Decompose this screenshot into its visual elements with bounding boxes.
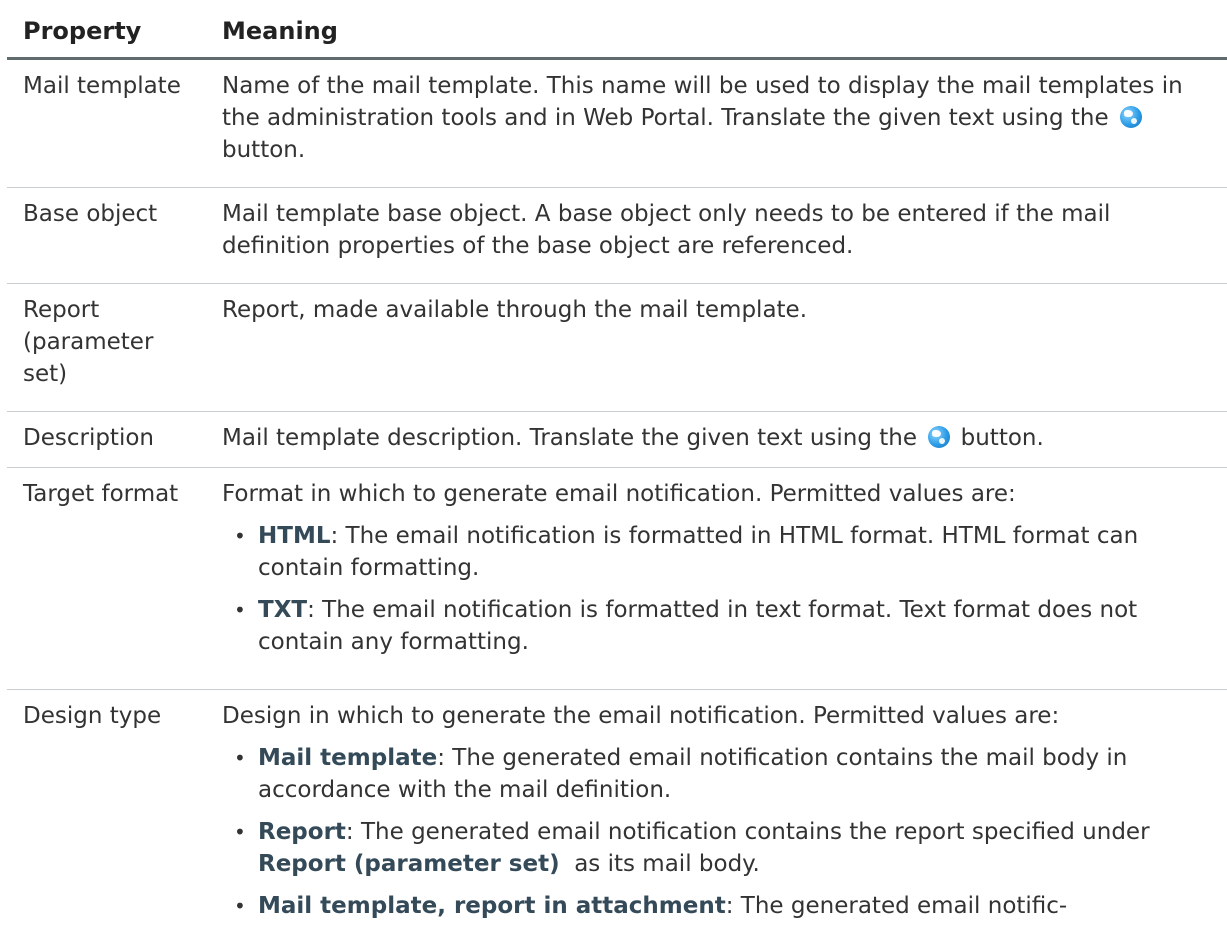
globe-translate-icon xyxy=(928,426,951,448)
bullet-list: • Mail template : The generated email not… xyxy=(222,742,1217,922)
meaning-text: button. xyxy=(953,425,1044,451)
property-table: Property Meaning Mail template Name of t… xyxy=(7,0,1227,922)
bullet-dot-icon: • xyxy=(234,746,246,770)
property-description: Description xyxy=(23,425,154,451)
property-report-line: set) xyxy=(23,361,68,387)
meaning-target-format: Format in which to generate email notifi… xyxy=(222,478,1227,689)
meaning-description: Mail template description. Translate the… xyxy=(222,422,1227,467)
term-report: Report xyxy=(258,819,346,845)
meaning-intro: Format in which to generate email notifi… xyxy=(222,481,1016,507)
list-item: • Report: The generated email notificati… xyxy=(222,816,1217,880)
meaning-mail-template: Name of the mail template. This name wil… xyxy=(222,70,1227,187)
table-row-mail-template: Mail template Name of the mail template.… xyxy=(7,60,1227,188)
list-item: • HTML: The email notification is format… xyxy=(222,520,1217,584)
term-mail-template: Mail template xyxy=(258,745,438,771)
bullet-dot-icon: • xyxy=(234,894,246,918)
meaning-text: Mail template description. Translate the… xyxy=(222,425,925,451)
meaning-base-object: Mail template base object. A base object… xyxy=(222,201,1111,259)
meaning-text: Name of the mail template. This name wil… xyxy=(222,73,1183,131)
list-item-text: : The generated email notification conta… xyxy=(345,819,1150,845)
globe-translate-icon xyxy=(1119,106,1142,128)
property-mail-template: Mail template xyxy=(23,73,181,99)
table-row-target-format: Target format Format in which to generat… xyxy=(7,468,1227,690)
bullet-dot-icon: • xyxy=(234,820,246,844)
meaning-report: Report, made available through the mail … xyxy=(222,297,808,323)
table-row-description: Description Mail template description. T… xyxy=(7,412,1227,468)
property-target-format: Target format xyxy=(23,481,179,507)
list-item-text: : The email notification is formatted in… xyxy=(258,597,1138,655)
term-html: HTML xyxy=(258,523,331,549)
list-item: • Mail template, report in attachment: T… xyxy=(222,890,1217,922)
property-report-line: Report xyxy=(23,297,100,323)
property-report-line: (parameter xyxy=(23,329,154,355)
bullet-dot-icon: • xyxy=(234,524,246,548)
property-base-object: Base object xyxy=(23,201,158,227)
table-row-base-object: Base object Mail template base object. A… xyxy=(7,188,1227,284)
header-meaning: Meaning xyxy=(222,17,338,45)
term-report-parameter-set: Report (parameter set) xyxy=(258,851,560,877)
list-item: • TXT: The email notification is formatt… xyxy=(222,594,1217,658)
meaning-design-type: Design in which to generate the email no… xyxy=(222,700,1227,922)
meaning-intro: Design in which to generate the email no… xyxy=(222,703,1060,729)
list-item-text: : The email notification is formatted in… xyxy=(258,523,1139,581)
bullet-list: • HTML: The email notification is format… xyxy=(222,520,1217,658)
bullet-dot-icon: • xyxy=(234,598,246,622)
table-row-report: Report (parameter set) Report, made avai… xyxy=(7,284,1227,412)
header-property: Property xyxy=(23,17,142,45)
list-item-text: : The generated email notific- xyxy=(725,893,1068,919)
list-item-text: as its mail body. xyxy=(559,851,760,877)
property-report: Report (parameter set) xyxy=(7,294,222,411)
list-item: • Mail template: The generated email not… xyxy=(222,742,1217,806)
term-mail-template-report-attachment: Mail template, report in attachment xyxy=(258,893,726,919)
table-header: Property Meaning xyxy=(7,0,1227,60)
meaning-text: button. xyxy=(222,137,306,163)
table-row-design-type: Design type Design in which to generate … xyxy=(7,690,1227,922)
term-txt: TXT xyxy=(258,597,308,623)
property-design-type: Design type xyxy=(23,703,162,729)
